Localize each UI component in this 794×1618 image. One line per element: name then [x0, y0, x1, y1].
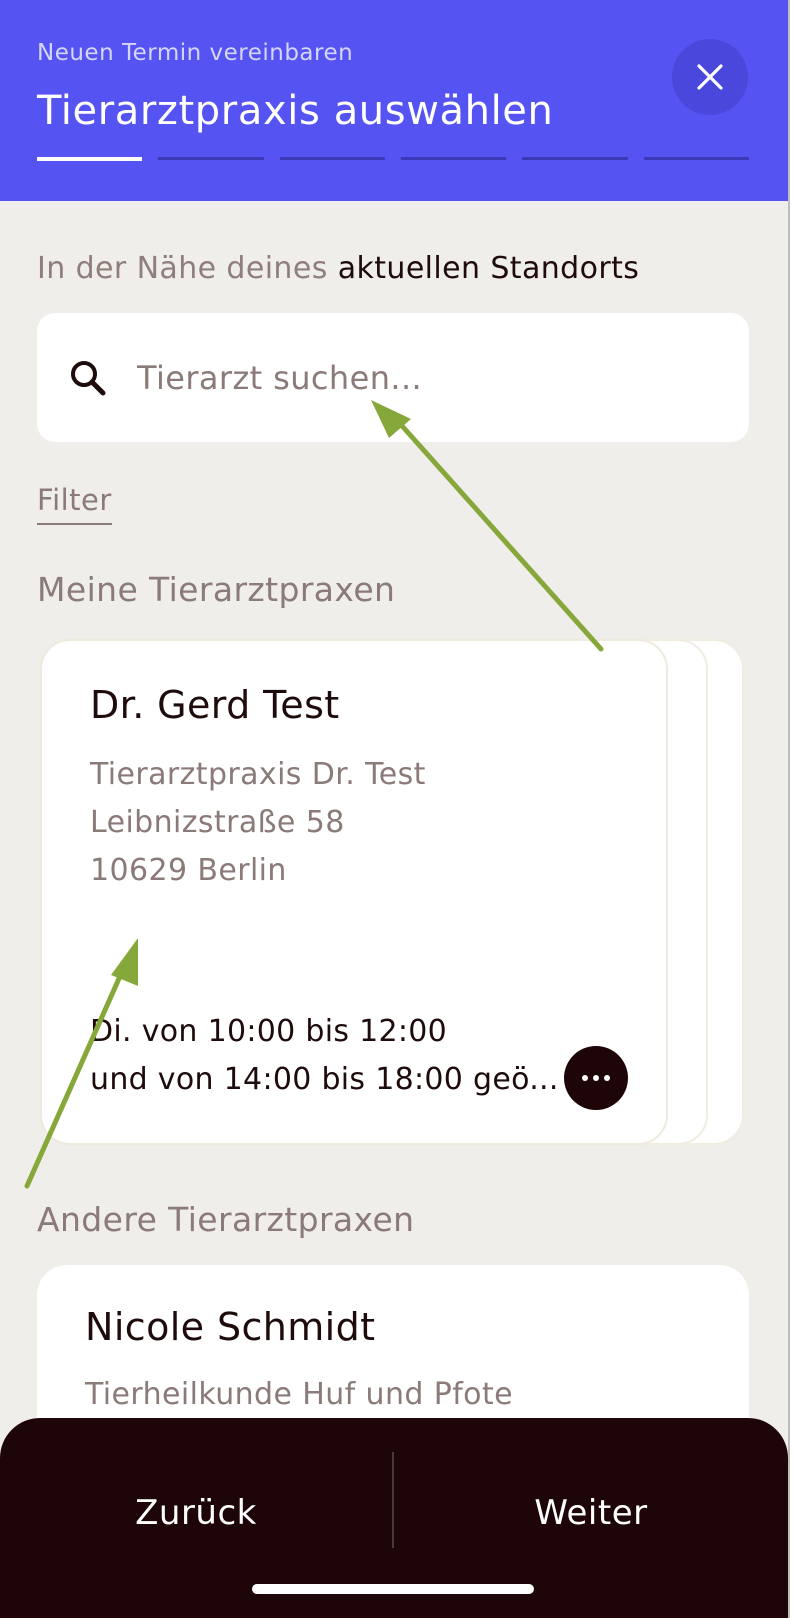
- back-button[interactable]: Zurück: [0, 1458, 392, 1568]
- location-hint: In der Nähe deines aktuellen Standorts: [37, 251, 639, 286]
- step-indicator-2: [158, 157, 264, 160]
- my-practices-heading: Meine Tierarztpraxen: [37, 570, 396, 609]
- search-box[interactable]: [37, 313, 749, 442]
- next-button[interactable]: Weiter: [394, 1458, 788, 1568]
- step-indicator-1: [37, 157, 143, 161]
- opening-hours-line-1: Di. von 10:00 bis 12:00: [90, 1014, 448, 1049]
- my-practices-carousel[interactable]: Dr. Gerd Test Tierarztpraxis Dr. Test Le…: [40, 639, 744, 1145]
- header: Neuen Termin vereinbaren Tierarztpraxis …: [0, 0, 788, 201]
- current-location-link[interactable]: aktuellen Standorts: [338, 251, 640, 286]
- more-horizontal-icon: [582, 1075, 588, 1081]
- more-options-button[interactable]: [564, 1046, 628, 1110]
- step-progress: [37, 157, 749, 161]
- step-indicator-3: [279, 157, 385, 160]
- home-indicator[interactable]: [252, 1584, 534, 1594]
- practice-card[interactable]: Dr. Gerd Test Tierarztpraxis Dr. Test Le…: [40, 639, 668, 1145]
- step-indicator-5: [522, 157, 628, 160]
- other-practices-heading: Andere Tierarztpraxen: [37, 1200, 415, 1239]
- filter-link[interactable]: Filter: [37, 483, 112, 525]
- bottom-action-bar: Zurück Weiter: [0, 1418, 788, 1618]
- practice-name: Tierarztpraxis Dr. Test: [90, 757, 426, 792]
- practice-name: Tierheilkunde Huf und Pfote: [85, 1377, 513, 1412]
- practice-city: 10629 Berlin: [90, 853, 287, 888]
- page-title: Tierarztpraxis auswählen: [37, 88, 554, 134]
- step-indicator-6: [643, 157, 749, 160]
- vet-name: Dr. Gerd Test: [90, 683, 340, 727]
- close-icon: [697, 64, 723, 90]
- window-edge: [788, 0, 794, 1618]
- location-hint-prefix: In der Nähe deines: [37, 251, 328, 286]
- search-icon: [71, 361, 106, 396]
- vet-name: Nicole Schmidt: [85, 1305, 376, 1349]
- opening-hours-line-2: und von 14:00 bis 18:00 geö...: [90, 1062, 559, 1097]
- header-subtitle: Neuen Termin vereinbaren: [37, 40, 354, 66]
- search-input[interactable]: [137, 343, 717, 413]
- app-screen: Neuen Termin vereinbaren Tierarztpraxis …: [0, 0, 788, 1618]
- close-button[interactable]: [672, 39, 748, 115]
- practice-street: Leibnizstraße 58: [90, 805, 345, 840]
- step-indicator-4: [400, 157, 507, 160]
